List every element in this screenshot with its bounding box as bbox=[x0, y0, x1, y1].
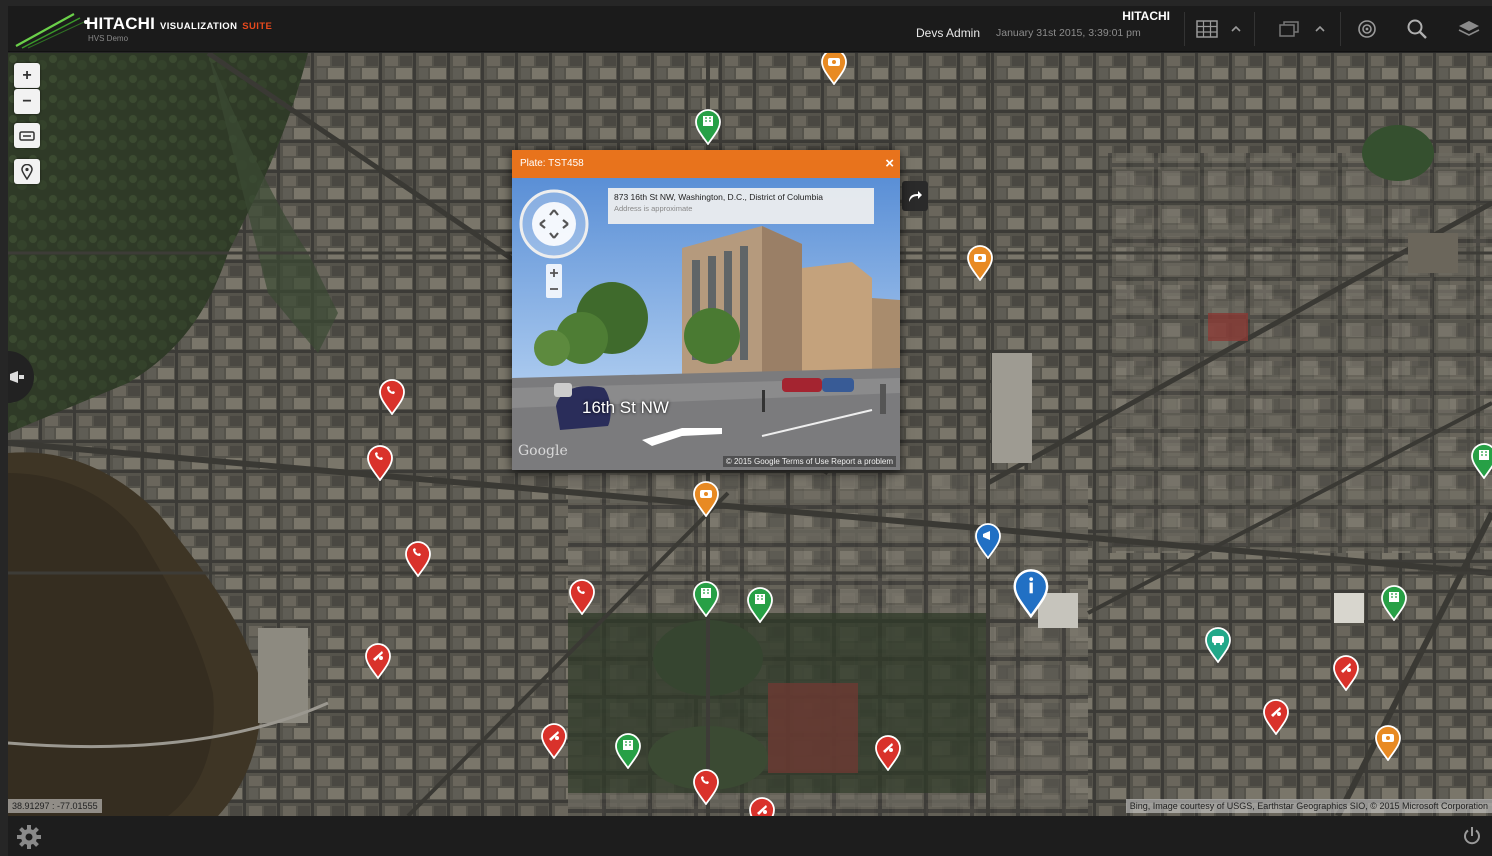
zoom-out-label: − bbox=[22, 92, 32, 110]
popup-title: Plate: TST458 bbox=[520, 158, 584, 169]
layers-icon bbox=[1458, 21, 1480, 36]
toolbar-divider bbox=[1340, 12, 1341, 46]
green-marker[interactable] bbox=[1380, 585, 1408, 621]
popup-header: Plate: TST458 × bbox=[512, 150, 900, 178]
address-note: Address is approximate bbox=[614, 204, 693, 213]
user-name[interactable]: Devs Admin bbox=[916, 26, 980, 40]
brand-main: HITACHI bbox=[86, 14, 156, 33]
red-marker[interactable] bbox=[378, 379, 406, 415]
teal-marker[interactable] bbox=[1204, 627, 1232, 663]
chevron-up-icon bbox=[1231, 25, 1241, 32]
chevron-up-icon bbox=[1315, 25, 1325, 32]
layers-button[interactable] bbox=[1452, 12, 1486, 46]
pan-control[interactable] bbox=[518, 188, 590, 260]
orange-marker[interactable] bbox=[692, 481, 720, 517]
address-box: 873 16th St NW, Washington, D.C., Distri… bbox=[608, 188, 874, 224]
search-button[interactable] bbox=[1400, 12, 1434, 46]
red-marker[interactable] bbox=[540, 723, 568, 759]
locate-button[interactable] bbox=[1350, 12, 1384, 46]
red-marker[interactable] bbox=[366, 445, 394, 481]
datetime-display: January 31st 2015, 3:39:01 pm bbox=[996, 27, 1141, 39]
brand-suite: SUITE bbox=[242, 21, 273, 32]
power-icon[interactable] bbox=[1462, 826, 1482, 846]
green-marker[interactable] bbox=[694, 109, 722, 145]
megaphone-icon bbox=[10, 371, 24, 383]
map-pin-icon bbox=[21, 163, 33, 180]
logo-streak-icon bbox=[15, 13, 88, 49]
street-view-icon bbox=[19, 130, 35, 141]
cursor-coordinates: 38.91297 : -77.01555 bbox=[8, 799, 102, 813]
brand-title: HITACHI VISUALIZATION SUITE bbox=[86, 14, 272, 34]
panorama-zoom-control[interactable] bbox=[546, 264, 562, 298]
green-marker[interactable] bbox=[692, 581, 720, 617]
windows-button[interactable] bbox=[1272, 12, 1306, 46]
green-marker[interactable] bbox=[746, 587, 774, 623]
target-icon bbox=[1358, 20, 1376, 38]
top-bar: HITACHI VISUALIZATION SUITE HVS Demo HIT… bbox=[8, 6, 1492, 52]
bottom-bar bbox=[8, 816, 1492, 856]
street-view-toggle[interactable] bbox=[14, 123, 40, 148]
red-marker[interactable] bbox=[364, 643, 392, 679]
red-marker[interactable] bbox=[404, 541, 432, 577]
google-watermark: Google bbox=[518, 443, 568, 459]
toolbar-divider bbox=[1254, 12, 1255, 46]
zoom-in-button[interactable]: + bbox=[14, 63, 40, 88]
grid-expand-button[interactable] bbox=[1226, 12, 1246, 46]
red-marker[interactable] bbox=[1262, 699, 1290, 735]
orange-marker[interactable] bbox=[966, 245, 994, 281]
app-window: HITACHI VISUALIZATION SUITE HVS Demo HIT… bbox=[0, 0, 1492, 856]
grid-view-button[interactable] bbox=[1190, 12, 1224, 46]
vehicle-popup: Plate: TST458 × 873 16th St NW, Washingt… bbox=[512, 150, 900, 470]
street-name-label: 16th St NW bbox=[582, 398, 669, 417]
windows-expand-button[interactable] bbox=[1310, 12, 1330, 46]
green-marker[interactable] bbox=[1470, 443, 1492, 479]
brand-sub: VISUALIZATION bbox=[160, 21, 238, 32]
red-marker[interactable] bbox=[874, 735, 902, 771]
zoom-in-label: + bbox=[22, 66, 32, 84]
satellite-map[interactable]: + − Plate: TST458 × 873 16th St NW, Wash… bbox=[8, 53, 1492, 816]
red-marker[interactable] bbox=[1332, 655, 1360, 691]
popup-close-button[interactable]: × bbox=[885, 150, 894, 178]
street-view-panorama[interactable]: 873 16th St NW, Washington, D.C., Distri… bbox=[512, 178, 900, 470]
blue-marker[interactable] bbox=[974, 523, 1002, 559]
address-text: 873 16th St NW, Washington, D.C., Distri… bbox=[614, 192, 823, 202]
share-button[interactable] bbox=[902, 181, 928, 211]
company-logo: HITACHI bbox=[1122, 9, 1170, 23]
orange-marker[interactable] bbox=[1374, 725, 1402, 761]
blue-marker[interactable] bbox=[1012, 569, 1049, 618]
brand-note: HVS Demo bbox=[88, 34, 129, 43]
share-arrow-icon bbox=[909, 191, 922, 202]
windows-icon bbox=[1279, 21, 1299, 37]
orange-marker[interactable] bbox=[820, 53, 848, 85]
gear-icon[interactable] bbox=[16, 824, 42, 850]
red-marker[interactable] bbox=[748, 797, 776, 816]
toolbar-divider bbox=[1184, 12, 1185, 46]
green-marker[interactable] bbox=[614, 733, 642, 769]
red-marker[interactable] bbox=[568, 579, 596, 615]
map-attribution: Bing, Image courtesy of USGS, Earthstar … bbox=[1125, 799, 1492, 813]
search-icon bbox=[1407, 19, 1427, 39]
grid-icon bbox=[1196, 20, 1218, 38]
red-marker[interactable] bbox=[692, 769, 720, 805]
place-marker-button[interactable] bbox=[14, 159, 40, 184]
popup-copyright[interactable]: © 2015 Google Terms of Use Report a prob… bbox=[722, 456, 896, 467]
zoom-out-button[interactable]: − bbox=[14, 89, 40, 114]
